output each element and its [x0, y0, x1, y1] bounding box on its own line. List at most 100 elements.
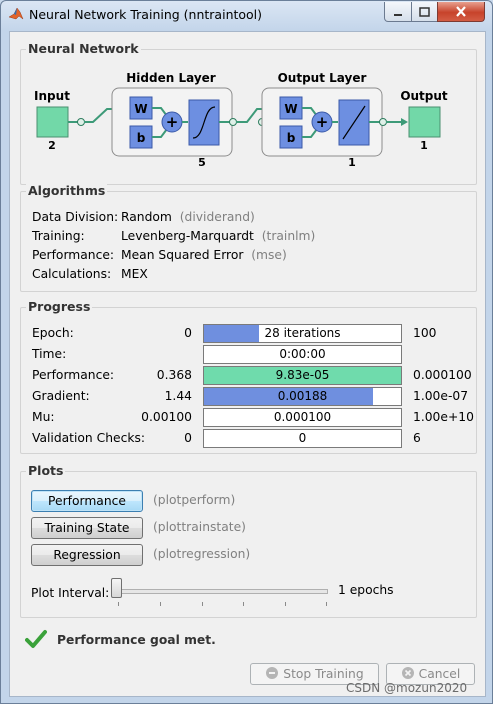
- plot-training-state-function: (plottrainstate): [153, 520, 246, 534]
- client-area: Neural Network Input 2 Hidden Layer W b: [9, 31, 486, 697]
- stop-icon: [266, 667, 279, 679]
- slider-tick: [326, 602, 327, 606]
- progress-max: 100: [413, 326, 437, 340]
- progress-min: 0: [184, 326, 192, 340]
- progress-bar: 0: [203, 429, 402, 448]
- slider-tick: [160, 602, 161, 606]
- progress-label: Performance:: [32, 368, 115, 382]
- output-size: 1: [420, 139, 428, 152]
- close-button[interactable]: [437, 2, 485, 22]
- progress-label: Gradient:: [32, 389, 90, 403]
- input-node: [77, 118, 85, 126]
- plots-title: Plots: [26, 463, 66, 478]
- progress-row-gradient: Gradient: 1.44 0.00188 1.00e-07: [21, 386, 475, 406]
- input-block: [36, 106, 69, 138]
- close-icon: [456, 6, 466, 17]
- maximize-icon: [419, 6, 430, 17]
- progress-row-time: Time: 0:00:00: [21, 344, 475, 364]
- plot-regression-button[interactable]: Regression: [31, 544, 143, 566]
- algorithm-value: Random (dividerand): [121, 210, 255, 224]
- progress-min: 0.368: [156, 368, 192, 382]
- hidden-bias-symbol: b: [137, 131, 146, 145]
- title-bar[interactable]: Neural Network Training (nntraintool): [1, 1, 492, 29]
- slider-tick: [243, 602, 244, 606]
- algorithms-title: Algorithms: [26, 183, 108, 198]
- stop-training-label: Stop Training: [283, 667, 364, 681]
- hidden-layer-size: 5: [198, 156, 206, 169]
- progress-bar-text: 0.00188: [277, 389, 328, 403]
- plot-interval-label: Plot Interval:: [31, 586, 110, 600]
- plot-regression-function: (plotregression): [153, 547, 251, 561]
- progress-label: Time:: [32, 347, 67, 361]
- output-layer-node: [379, 118, 387, 126]
- progress-min: 0: [184, 431, 192, 445]
- algorithm-name: Random: [121, 210, 172, 224]
- nntraintool-window: Neural Network Training (nntraintool) Ne…: [0, 0, 493, 704]
- progress-bar: 0:00:00: [203, 345, 402, 364]
- progress-bar-text: 0.000100: [273, 410, 332, 424]
- output-layer-size: 1: [348, 156, 356, 169]
- plot-performance-button[interactable]: Performance: [31, 490, 143, 512]
- progress-panel: Progress Epoch: 0 28 iterations 100 Time…: [20, 299, 477, 454]
- minimize-button[interactable]: [384, 2, 412, 22]
- algorithm-label: Data Division:: [32, 210, 119, 224]
- progress-row-epoch: Epoch: 0 28 iterations 100: [21, 323, 475, 343]
- progress-min: 0.00100: [141, 410, 192, 424]
- input-weight-wire: [84, 108, 113, 123]
- progress-row-mu: Mu: 0.00100 0.000100 1.00e+10: [21, 407, 475, 427]
- progress-bar-text: 0: [298, 431, 307, 445]
- hidden-weight-symbol: W: [134, 102, 147, 116]
- slider-tick: [118, 602, 119, 606]
- plot-training-state-button[interactable]: Training State: [31, 517, 143, 539]
- progress-bar: 28 iterations: [203, 324, 402, 343]
- algorithm-label: Performance:: [32, 248, 115, 262]
- output-block: [408, 106, 441, 138]
- progress-bar: 0.000100: [203, 408, 402, 427]
- progress-label: Mu:: [32, 410, 55, 424]
- window-title: Neural Network Training (nntraintool): [29, 7, 263, 22]
- output-label: Output: [400, 89, 448, 103]
- algorithm-value: Levenberg-Marquardt (trainlm): [121, 229, 315, 243]
- algorithm-function: (trainlm): [261, 229, 316, 243]
- algorithms-panel: Algorithms Data Division: Random (divide…: [20, 183, 477, 292]
- progress-row-validation-checks: Validation Checks: 0 0 6: [21, 428, 475, 448]
- arrow-icon: [401, 118, 408, 126]
- matlab-logo-icon: [8, 7, 24, 20]
- progress-min: 1.44: [164, 389, 192, 403]
- output-bias-symbol: b: [287, 131, 296, 145]
- algorithm-name: Mean Squared Error: [121, 248, 244, 262]
- hidden-layer-label: Hidden Layer: [126, 71, 216, 85]
- input-label: Input: [34, 89, 70, 103]
- cancel-icon: [401, 667, 414, 679]
- progress-bar-text: 28 iterations: [264, 326, 341, 340]
- cancel-label: Cancel: [418, 667, 461, 681]
- progress-row-performance: Performance: 0.368 9.83e-05 0.000100: [21, 365, 475, 385]
- algorithm-value: Mean Squared Error (mse): [121, 248, 287, 262]
- progress-bar: 0.00188: [203, 387, 402, 406]
- progress-bar-text: 0:00:00: [279, 347, 326, 361]
- output-layer-label: Output Layer: [278, 71, 367, 85]
- maximize-button[interactable]: [411, 2, 438, 22]
- minimize-icon: [394, 13, 402, 16]
- algorithm-function: (dividerand): [179, 210, 255, 224]
- progress-bar: 9.83e-05: [203, 366, 402, 385]
- hidden-output-node: [229, 118, 237, 126]
- plot-interval-slider-track[interactable]: [118, 589, 328, 594]
- progress-label: Epoch:: [32, 326, 74, 340]
- algorithm-function: (mse): [251, 248, 287, 262]
- progress-max: 1.00e+10: [413, 410, 474, 424]
- checkmark-icon: [25, 630, 47, 648]
- neural-network-panel: Neural Network Input 2 Hidden Layer W b: [20, 41, 477, 185]
- output-weight-symbol: W: [284, 102, 297, 116]
- input-size: 2: [48, 139, 56, 152]
- plot-interval-slider-thumb[interactable]: [111, 578, 122, 598]
- progress-label: Validation Checks:: [32, 431, 146, 445]
- hidden-sum-symbol: +: [166, 113, 179, 131]
- progress-max: 1.00e-07: [413, 389, 469, 403]
- plot-performance-function: (plotperform): [153, 493, 236, 507]
- progress-max: 0.000100: [413, 368, 472, 382]
- algorithm-name: MEX: [121, 267, 148, 281]
- progress-title: Progress: [26, 299, 93, 314]
- plot-interval-value: 1 epochs: [338, 583, 394, 597]
- slider-tick: [202, 602, 203, 606]
